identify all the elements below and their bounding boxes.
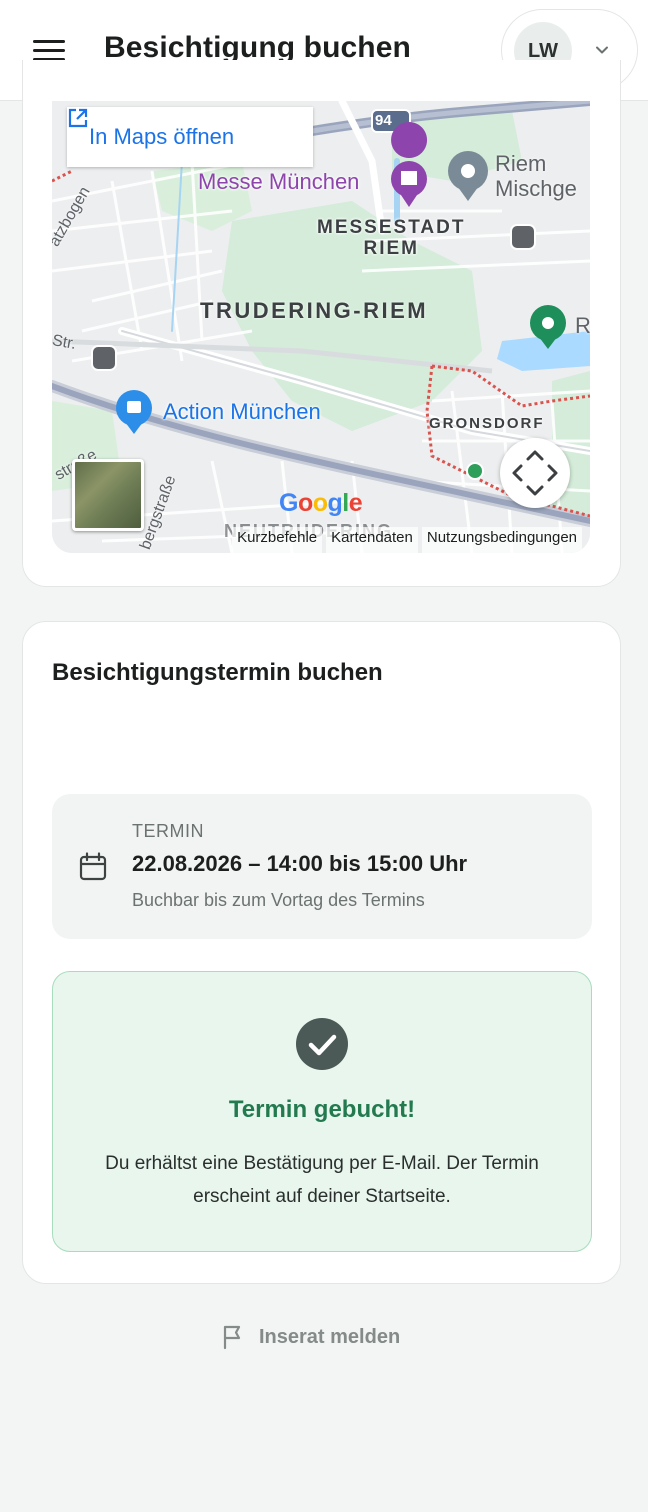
booking-success-box: Termin gebucht! Du erhältst eine Bestäti…: [52, 971, 592, 1252]
location-map[interactable]: 94 Messe München Riem Mischge MESSESTADT R…: [52, 101, 590, 553]
success-message: Du erhältst eine Bestätigung per E-Mail.…: [105, 1153, 539, 1207]
map-label-action[interactable]: Action München: [163, 399, 321, 425]
success-title: Termin gebucht!: [228, 1096, 416, 1123]
open-in-maps-label: In Maps öffnen: [89, 124, 235, 149]
shortcuts-link[interactable]: Kurzbefehle: [232, 527, 323, 553]
map-label-trudering: TRUDERING-RIEM: [200, 298, 429, 323]
map-data-link[interactable]: Kartendaten: [326, 527, 418, 553]
report-listing-button[interactable]: Inserat melden: [221, 1322, 400, 1352]
google-logo: Google: [279, 489, 363, 517]
map-label-street-2: Str.: [52, 332, 78, 353]
highway-label: 94: [375, 112, 392, 129]
map-pan-control[interactable]: [500, 438, 570, 508]
appointment-label: TERMIN: [132, 821, 204, 841]
chevron-down-icon: [596, 46, 608, 54]
map-label-messe[interactable]: Messe München: [198, 169, 359, 195]
move-arrows-icon: [512, 450, 558, 496]
calendar-icon: [79, 852, 107, 881]
flag-icon: [223, 1325, 241, 1350]
appointment-note: Buchbar bis zum Vortag des Termins: [132, 890, 425, 910]
satellite-layer-toggle[interactable]: [72, 459, 144, 531]
map-label-gronsdorf: GRONSDORF: [429, 415, 545, 432]
open-in-maps-link[interactable]: In Maps öffnen: [67, 107, 313, 167]
booking-card: Besichtigungstermin buchen TERMIN 22.08.…: [22, 621, 621, 1284]
check-circle-icon: [296, 1018, 348, 1070]
external-link-icon: [68, 108, 88, 128]
booking-title: Besichtigungstermin buchen: [52, 659, 383, 686]
terms-link[interactable]: Nutzungsbedingungen: [421, 527, 582, 553]
map-label-riem[interactable]: Riem Mischge: [495, 151, 577, 201]
map-label-right-edge: R: [575, 313, 590, 338]
appointment-box: TERMIN 22.08.2026 – 14:00 bis 15:00 Uhr …: [52, 794, 592, 939]
map-label-messestadt: MESSESTADT RIEM: [317, 217, 466, 259]
report-listing-label: Inserat melden: [259, 1325, 401, 1348]
map-attribution-bar: Kurzbefehle Kartendaten Nutzungsbedingun…: [52, 527, 590, 553]
appointment-datetime: 22.08.2026 – 14:00 bis 15:00 Uhr: [132, 851, 468, 876]
